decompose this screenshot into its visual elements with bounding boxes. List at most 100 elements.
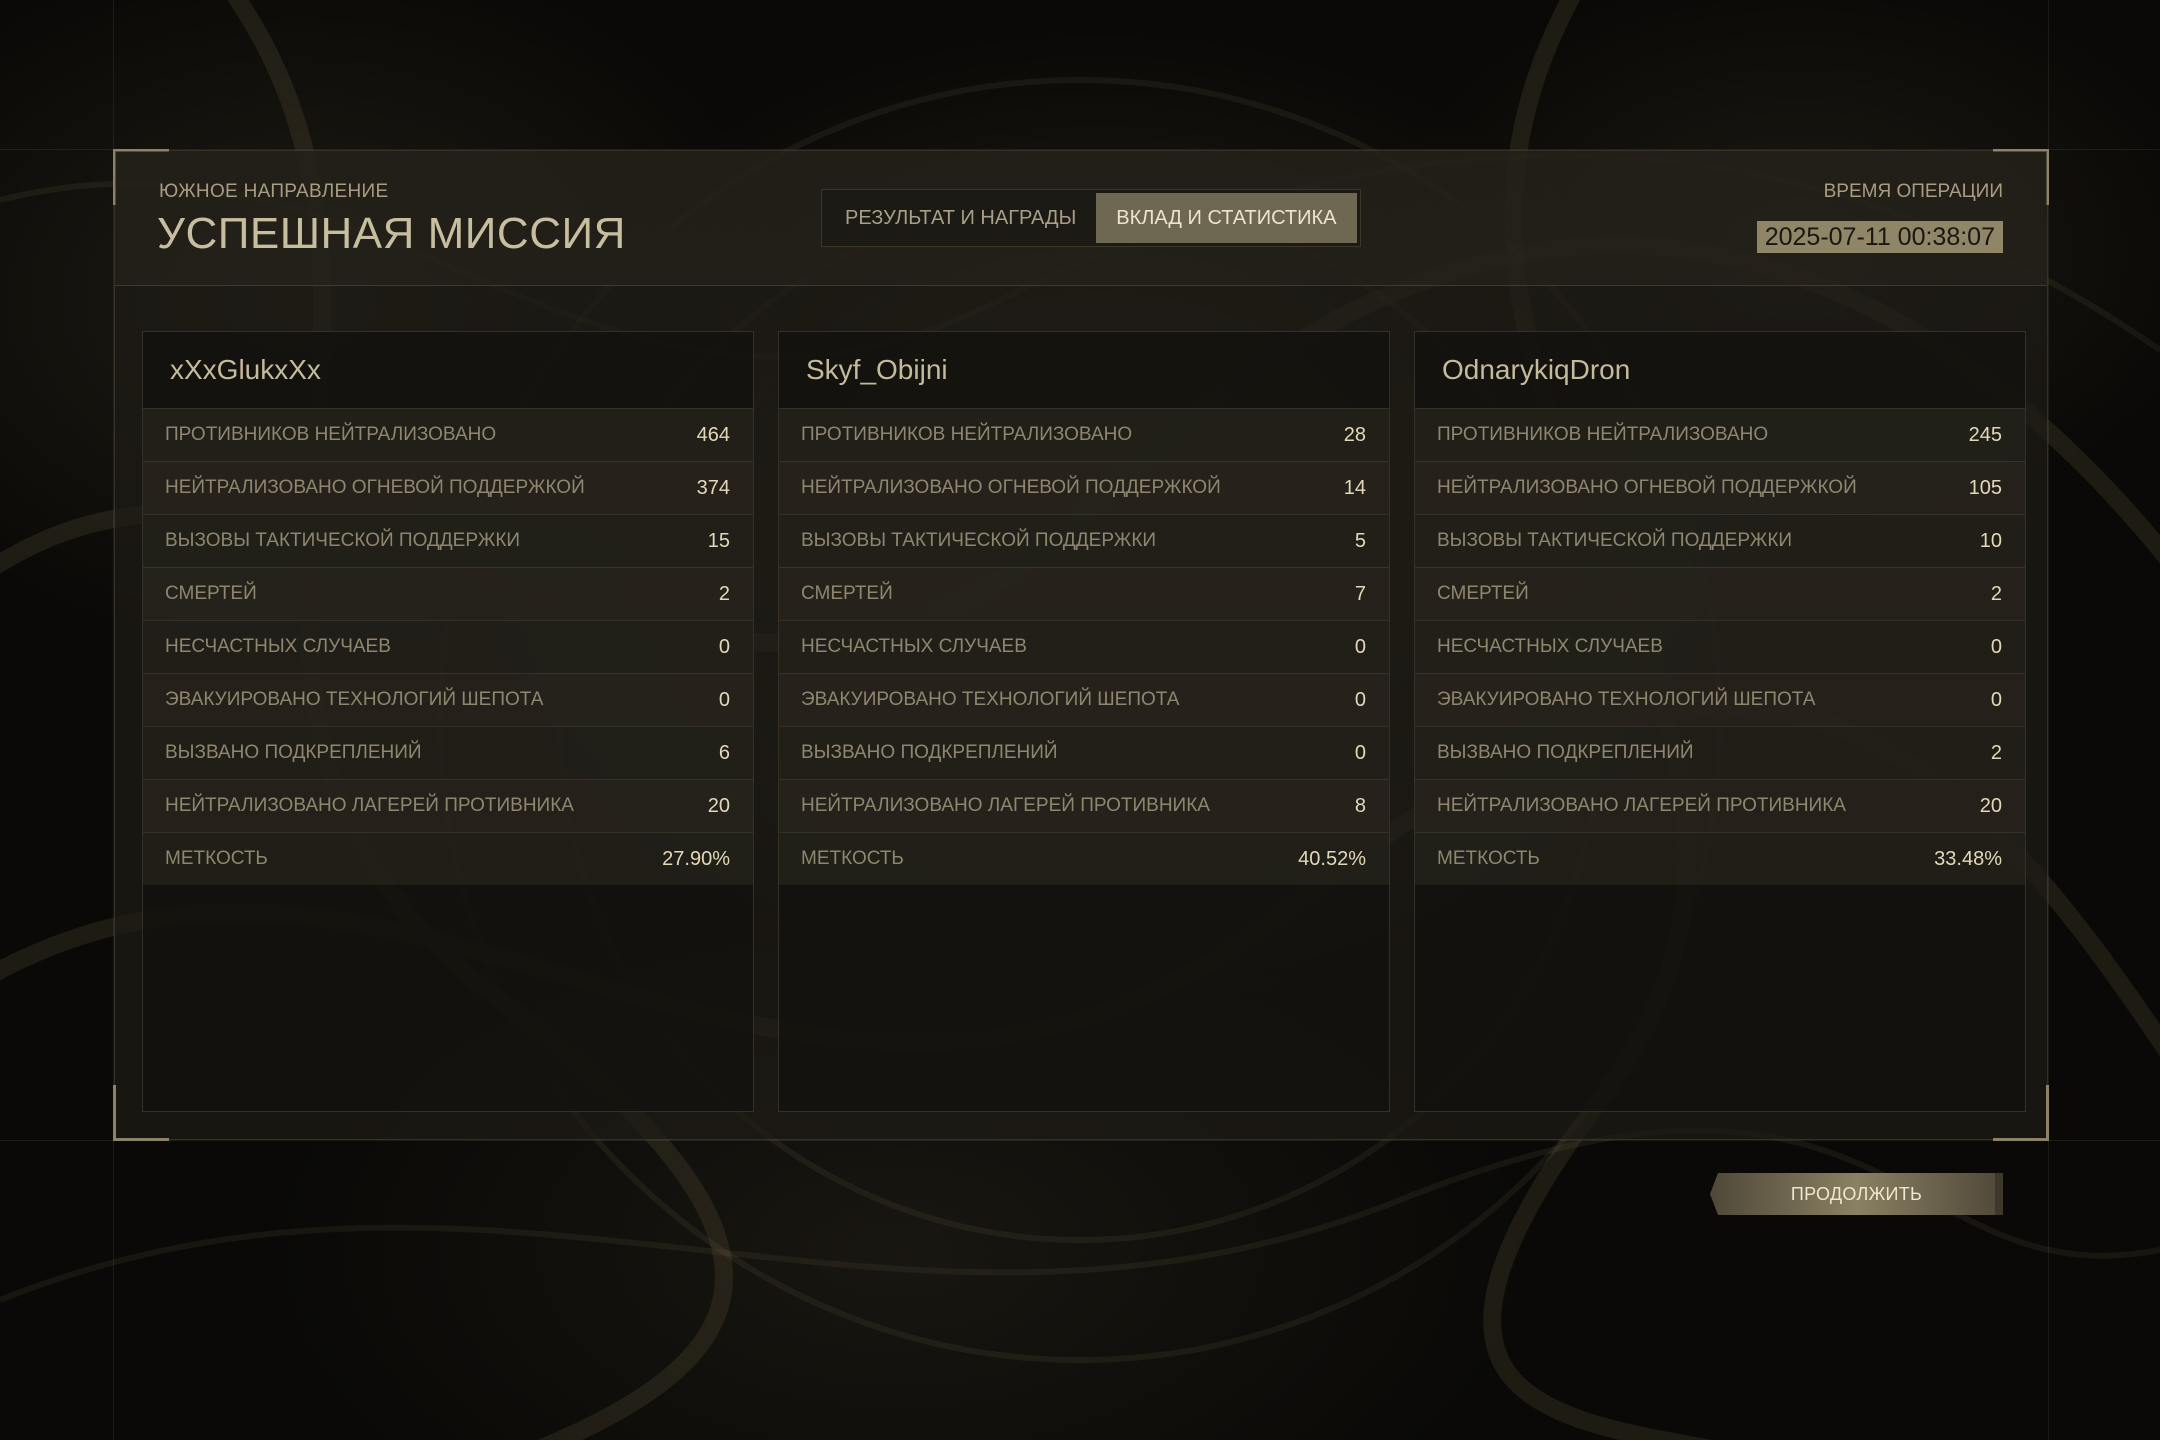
stat-value: 5 xyxy=(1354,529,1366,552)
stat-label: ЭВАКУИРОВАНО ТЕХНОЛОГИЙ ШЕПОТА xyxy=(801,689,1180,710)
stat-label: ЭВАКУИРОВАНО ТЕХНОЛОГИЙ ШЕПОТА xyxy=(1437,689,1816,710)
stat-label: ВЫЗВАНО ПОДКРЕПЛЕНИЙ xyxy=(801,742,1058,763)
stat-label: ВЫЗОВЫ ТАКТИЧЕСКОЙ ПОДДЕРЖКИ xyxy=(1437,530,1793,551)
operation-time-value: 2025-07-11 00:38:07 xyxy=(1756,221,2003,253)
stat-list: ПРОТИВНИКОВ НЕЙТРАЛИЗОВАНО 245 НЕЙТРАЛИЗО… xyxy=(1415,408,2025,885)
stat-label: ВЫЗВАНО ПОДКРЕПЛЕНИЙ xyxy=(165,742,422,763)
tab-contribution-stats[interactable]: ВКЛАД И СТАТИСТИКА xyxy=(1096,193,1357,243)
grid-line xyxy=(2048,0,2049,1440)
stat-row: ВЫЗОВЫ ТАКТИЧЕСКОЙ ПОДДЕРЖКИ 10 xyxy=(1415,514,2025,567)
stat-row: ВЫЗВАНО ПОДКРЕПЛЕНИЙ 6 xyxy=(143,726,753,779)
operation-time-label: ВРЕМЯ ОПЕРАЦИИ xyxy=(1823,181,2003,202)
stat-label: ВЫЗОВЫ ТАКТИЧЕСКОЙ ПОДДЕРЖКИ xyxy=(165,530,521,551)
stat-value: 0 xyxy=(718,635,730,658)
stat-label: ПРОТИВНИКОВ НЕЙТРАЛИЗОВАНО xyxy=(1437,424,1769,445)
stat-row: НЕЙТРАЛИЗОВАНО ОГНЕВОЙ ПОДДЕРЖКОЙ 14 xyxy=(779,461,1389,514)
stat-row: СМЕРТЕЙ 2 xyxy=(143,567,753,620)
stat-value: 0 xyxy=(1354,635,1366,658)
stat-row: ВЫЗОВЫ ТАКТИЧЕСКОЙ ПОДДЕРЖКИ 15 xyxy=(143,514,753,567)
stat-label: МЕТКОСТЬ xyxy=(801,848,904,869)
panel-header: ЮЖНОЕ НАПРАВЛЕНИЕ УСПЕШНАЯ МИССИЯ РЕЗУЛЬ… xyxy=(115,151,2047,286)
stat-label: ВЫЗВАНО ПОДКРЕПЛЕНИЙ xyxy=(1437,742,1694,763)
stat-label: МЕТКОСТЬ xyxy=(165,848,268,869)
stat-row: ПРОТИВНИКОВ НЕЙТРАЛИЗОВАНО 28 xyxy=(779,408,1389,461)
stat-row: НЕЙТРАЛИЗОВАНО ЛАГЕРЕЙ ПРОТИВНИКА 8 xyxy=(779,779,1389,832)
stat-label: НЕСЧАСТНЫХ СЛУЧАЕВ xyxy=(165,636,391,657)
stat-value: 40.52% xyxy=(1298,847,1366,870)
stat-label: ПРОТИВНИКОВ НЕЙТРАЛИЗОВАНО xyxy=(165,424,497,445)
stat-value: 27.90% xyxy=(662,847,730,870)
results-panel: ЮЖНОЕ НАПРАВЛЕНИЕ УСПЕШНАЯ МИССИЯ РЕЗУЛЬ… xyxy=(113,149,2049,1141)
page-title: УСПЕШНАЯ МИССИЯ xyxy=(157,209,626,258)
stat-value: 10 xyxy=(1979,529,2002,552)
stat-label: НЕЙТРАЛИЗОВАНО ЛАГЕРЕЙ ПРОТИВНИКА xyxy=(801,795,1210,816)
stat-label: НЕСЧАСТНЫХ СЛУЧАЕВ xyxy=(1437,636,1663,657)
stat-row: ЭВАКУИРОВАНО ТЕХНОЛОГИЙ ШЕПОТА 0 xyxy=(1415,673,2025,726)
stat-label: ПРОТИВНИКОВ НЕЙТРАЛИЗОВАНО xyxy=(801,424,1133,445)
player-cards: xXxGlukxXx ПРОТИВНИКОВ НЕЙТРАЛИЗОВАНО 464… xyxy=(142,331,2026,1112)
stat-row: МЕТКОСТЬ 40.52% xyxy=(779,832,1389,885)
stat-value: 0 xyxy=(1990,688,2002,711)
stat-list: ПРОТИВНИКОВ НЕЙТРАЛИЗОВАНО 28 НЕЙТРАЛИЗОВ… xyxy=(779,408,1389,885)
stat-value: 6 xyxy=(718,741,730,764)
stat-value: 0 xyxy=(1354,741,1366,764)
stat-row: МЕТКОСТЬ 27.90% xyxy=(143,832,753,885)
stat-row: ВЫЗВАНО ПОДКРЕПЛЕНИЙ 0 xyxy=(779,726,1389,779)
stat-row: ЭВАКУИРОВАНО ТЕХНОЛОГИЙ ШЕПОТА 0 xyxy=(779,673,1389,726)
stat-value: 0 xyxy=(1354,688,1366,711)
player-card: xXxGlukxXx ПРОТИВНИКОВ НЕЙТРАЛИЗОВАНО 464… xyxy=(142,331,754,1112)
stat-value: 0 xyxy=(1990,635,2002,658)
stat-value: 14 xyxy=(1343,476,1366,499)
stat-value: 105 xyxy=(1968,476,2002,499)
stat-value: 464 xyxy=(696,423,730,446)
player-card: OdnarykiqDron ПРОТИВНИКОВ НЕЙТРАЛИЗОВАНО… xyxy=(1414,331,2026,1112)
stat-row: НЕЙТРАЛИЗОВАНО ОГНЕВОЙ ПОДДЕРЖКОЙ 374 xyxy=(143,461,753,514)
stat-label: СМЕРТЕЙ xyxy=(801,583,893,604)
stat-value: 0 xyxy=(718,688,730,711)
stat-value: 15 xyxy=(707,529,730,552)
stat-row: ВЫЗВАНО ПОДКРЕПЛЕНИЙ 2 xyxy=(1415,726,2025,779)
player-name: Skyf_Obijni xyxy=(806,354,948,385)
stat-label: НЕЙТРАЛИЗОВАНО ЛАГЕРЕЙ ПРОТИВНИКА xyxy=(1437,795,1846,816)
stat-label: НЕЙТРАЛИЗОВАНО ЛАГЕРЕЙ ПРОТИВНИКА xyxy=(165,795,574,816)
stat-row: СМЕРТЕЙ 2 xyxy=(1415,567,2025,620)
stat-value: 7 xyxy=(1354,582,1366,605)
stat-row: НЕЙТРАЛИЗОВАНО ЛАГЕРЕЙ ПРОТИВНИКА 20 xyxy=(1415,779,2025,832)
stat-row: НЕЙТРАЛИЗОВАНО ОГНЕВОЙ ПОДДЕРЖКОЙ 105 xyxy=(1415,461,2025,514)
mission-direction: ЮЖНОЕ НАПРАВЛЕНИЕ xyxy=(159,181,389,202)
stat-row: ВЫЗОВЫ ТАКТИЧЕСКОЙ ПОДДЕРЖКИ 5 xyxy=(779,514,1389,567)
tab-results-rewards[interactable]: РЕЗУЛЬТАТ И НАГРАДЫ xyxy=(825,193,1096,243)
player-name: OdnarykiqDron xyxy=(1442,354,1631,385)
stat-value: 20 xyxy=(1979,794,2002,817)
stat-label: ВЫЗОВЫ ТАКТИЧЕСКОЙ ПОДДЕРЖКИ xyxy=(801,530,1157,551)
stat-value: 8 xyxy=(1354,794,1366,817)
stat-row: МЕТКОСТЬ 33.48% xyxy=(1415,832,2025,885)
stat-row: НЕСЧАСТНЫХ СЛУЧАЕВ 0 xyxy=(143,620,753,673)
player-card: Skyf_Obijni ПРОТИВНИКОВ НЕЙТРАЛИЗОВАНО 28… xyxy=(778,331,1390,1112)
stat-value: 2 xyxy=(1990,741,2002,764)
stat-label: НЕСЧАСТНЫХ СЛУЧАЕВ xyxy=(801,636,1027,657)
stat-row: СМЕРТЕЙ 7 xyxy=(779,567,1389,620)
stat-label: НЕЙТРАЛИЗОВАНО ОГНЕВОЙ ПОДДЕРЖКОЙ xyxy=(1437,477,1857,498)
stat-value: 20 xyxy=(707,794,730,817)
stat-row: ЭВАКУИРОВАНО ТЕХНОЛОГИЙ ШЕПОТА 0 xyxy=(143,673,753,726)
player-name: xXxGlukxXx xyxy=(170,354,321,385)
stat-label: ЭВАКУИРОВАНО ТЕХНОЛОГИЙ ШЕПОТА xyxy=(165,689,544,710)
stat-label: СМЕРТЕЙ xyxy=(1437,583,1529,604)
tab-bar: РЕЗУЛЬТАТ И НАГРАДЫ ВКЛАД И СТАТИСТИКА xyxy=(821,189,1361,247)
stat-label: НЕЙТРАЛИЗОВАНО ОГНЕВОЙ ПОДДЕРЖКОЙ xyxy=(801,477,1221,498)
grid-line xyxy=(0,1140,2160,1141)
stat-value: 28 xyxy=(1343,423,1366,446)
stat-row: НЕЙТРАЛИЗОВАНО ЛАГЕРЕЙ ПРОТИВНИКА 20 xyxy=(143,779,753,832)
stat-label: МЕТКОСТЬ xyxy=(1437,848,1540,869)
stat-row: ПРОТИВНИКОВ НЕЙТРАЛИЗОВАНО 464 xyxy=(143,408,753,461)
stat-value: 2 xyxy=(1990,582,2002,605)
stat-label: СМЕРТЕЙ xyxy=(165,583,257,604)
stat-row: НЕСЧАСТНЫХ СЛУЧАЕВ 0 xyxy=(1415,620,2025,673)
stat-value: 374 xyxy=(696,476,730,499)
stat-row: НЕСЧАСТНЫХ СЛУЧАЕВ 0 xyxy=(779,620,1389,673)
stat-label: НЕЙТРАЛИЗОВАНО ОГНЕВОЙ ПОДДЕРЖКОЙ xyxy=(165,477,585,498)
continue-button[interactable]: ПРОДОЛЖИТЬ xyxy=(1710,1173,2003,1215)
stat-list: ПРОТИВНИКОВ НЕЙТРАЛИЗОВАНО 464 НЕЙТРАЛИЗО… xyxy=(143,408,753,885)
stat-row: ПРОТИВНИКОВ НЕЙТРАЛИЗОВАНО 245 xyxy=(1415,408,2025,461)
